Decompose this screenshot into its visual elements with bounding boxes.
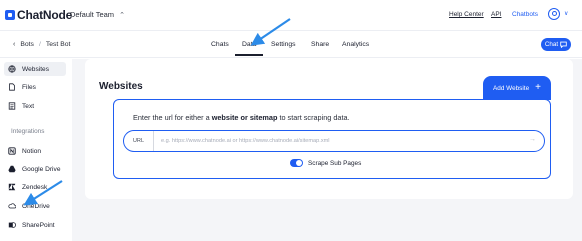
globe-icon	[8, 65, 16, 73]
tab-data[interactable]: Data	[234, 41, 264, 56]
scrape-sub-pages-label: Scrape Sub Pages	[308, 159, 362, 167]
main-content: Websites Add Website + Enter the url for…	[72, 59, 582, 241]
page-title: Websites	[99, 81, 143, 92]
websites-card: Websites Add Website + Enter the url for…	[85, 59, 573, 199]
tab-analytics[interactable]: Analytics	[342, 41, 369, 48]
sidebar: Websites Files Text Integrations Notion …	[0, 59, 72, 241]
chat-button[interactable]: Chat	[541, 38, 571, 51]
chevron-down-icon[interactable]: ∨	[564, 10, 568, 17]
sidebar-item-files[interactable]: Files	[8, 80, 36, 94]
sidebar-item-label: SharePoint	[22, 221, 55, 229]
team-selector[interactable]: Default Team ⌃	[70, 10, 125, 19]
breadcrumb: ‹ Bots / Test Bot	[13, 41, 70, 48]
google-drive-icon	[8, 165, 16, 173]
help-center-link[interactable]: Help Center	[449, 11, 484, 18]
instruction-text: Enter the url for either a website or si…	[133, 113, 350, 122]
user-avatar-icon[interactable]	[548, 8, 560, 20]
text-icon	[8, 102, 16, 110]
breadcrumb-test-bot: Test Bot	[45, 41, 71, 48]
scrape-sub-pages-row: Scrape Sub Pages	[290, 159, 361, 167]
sidebar-item-label: Notion	[22, 147, 42, 155]
add-website-button[interactable]: Add Website +	[483, 76, 551, 100]
arrow-right-icon[interactable]: →	[529, 136, 536, 143]
logo-icon	[5, 10, 15, 20]
chat-bubble-icon	[560, 41, 567, 48]
sidebar-item-google-drive[interactable]: Google Drive	[8, 162, 60, 176]
notion-icon	[8, 147, 16, 155]
add-website-panel: Enter the url for either a website or si…	[113, 99, 551, 179]
sidebar-item-onedrive[interactable]: OneDrive	[8, 199, 50, 213]
sidebar-item-label: Text	[22, 102, 35, 110]
instruction-suffix: to start scraping data.	[279, 113, 350, 122]
sidebar-item-text[interactable]: Text	[8, 99, 34, 113]
bot-nav-bar: ‹ Bots / Test Bot Chats Data Settings Sh…	[0, 31, 582, 58]
sidebar-item-label: Zendesk	[22, 183, 48, 191]
sidebar-item-notion[interactable]: Notion	[8, 144, 41, 158]
zendesk-icon	[8, 183, 16, 191]
sidebar-item-websites[interactable]: Websites	[4, 62, 66, 76]
integrations-heading: Integrations	[11, 128, 45, 135]
onedrive-icon	[8, 202, 16, 210]
team-name: Default Team	[70, 10, 115, 19]
back-chevron-icon[interactable]: ‹	[13, 41, 15, 48]
instruction-prefix: Enter the url for either a	[133, 113, 210, 122]
chatbots-link[interactable]: Chatbots	[512, 11, 538, 18]
scrape-sub-pages-toggle[interactable]	[290, 159, 303, 167]
tab-share[interactable]: Share	[311, 41, 329, 48]
sharepoint-icon	[8, 221, 16, 229]
instruction-bold: website or sitemap	[211, 113, 278, 122]
sidebar-item-zendesk[interactable]: Zendesk	[8, 180, 47, 194]
add-website-label: Add Website	[493, 84, 530, 92]
chevron-updown-icon: ⌃	[119, 11, 125, 19]
tab-settings[interactable]: Settings	[271, 41, 296, 48]
chat-button-label: Chat	[544, 41, 559, 48]
url-label: URL	[124, 131, 154, 151]
sidebar-item-label: OneDrive	[22, 202, 50, 210]
url-field: URL →	[123, 130, 545, 152]
logo-text: ChatNode	[17, 8, 73, 22]
plus-icon: +	[535, 82, 541, 93]
sidebar-item-label: Websites	[22, 65, 49, 73]
breadcrumb-bots[interactable]: Bots	[20, 41, 34, 48]
tab-chats[interactable]: Chats	[211, 41, 229, 48]
top-bar: ChatNode Default Team ⌃ Help Center API …	[0, 0, 582, 31]
sidebar-item-label: Google Drive	[22, 165, 61, 173]
url-input[interactable]	[161, 131, 521, 151]
chatnode-logo[interactable]: ChatNode	[5, 8, 72, 22]
sidebar-item-label: Files	[22, 83, 36, 91]
breadcrumb-separator: /	[38, 41, 41, 48]
file-icon	[8, 83, 16, 91]
api-link[interactable]: API	[491, 11, 501, 18]
sidebar-item-sharepoint[interactable]: SharePoint	[8, 218, 55, 232]
